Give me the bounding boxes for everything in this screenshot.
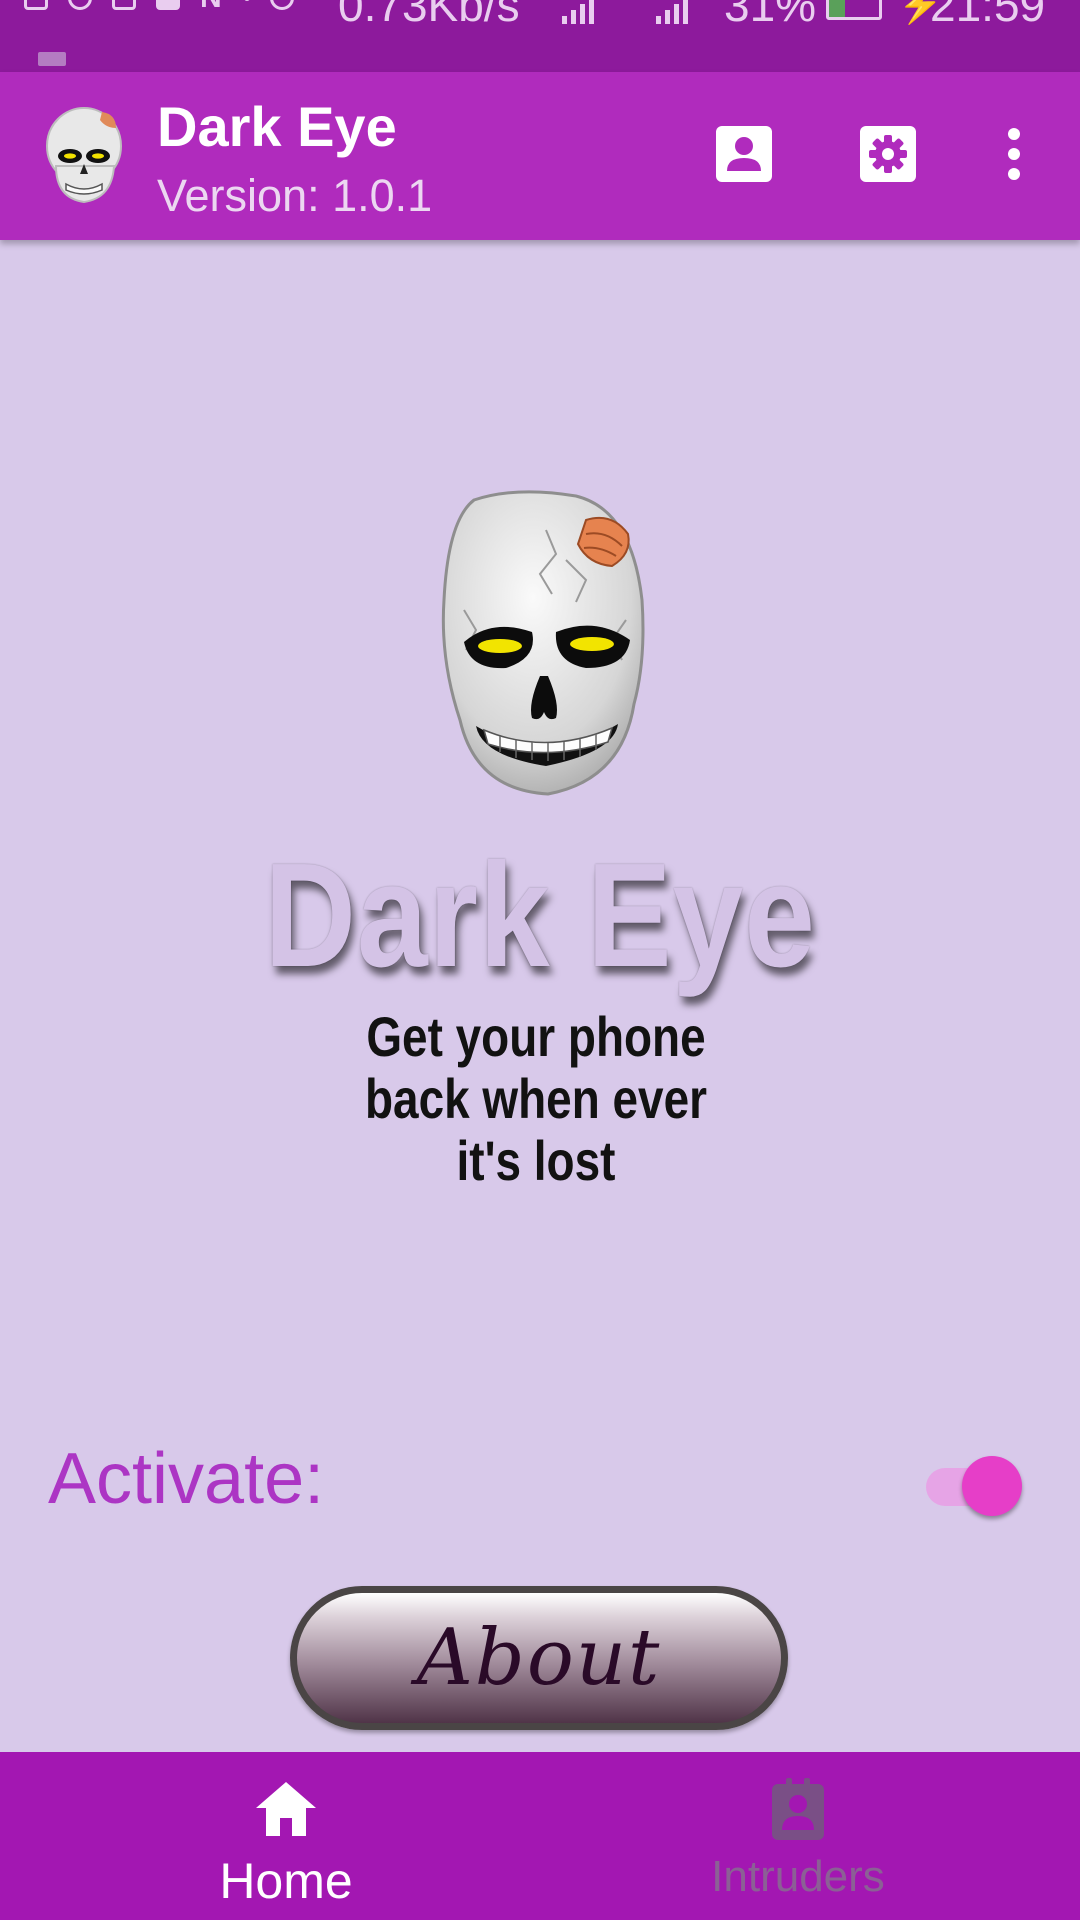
- notification-peek: [38, 52, 66, 66]
- bottom-navigation: Home Intruders: [0, 1752, 1080, 1920]
- contact-badge-icon: [772, 1778, 824, 1840]
- app-bar: Dark Eye Version: 1.0.1: [0, 72, 1080, 240]
- network-speed: 0.73Kb/s: [338, 0, 520, 31]
- hero-title: Dark Eye: [264, 833, 816, 998]
- more-vert-icon: [1008, 128, 1020, 180]
- alarm-icon: [270, 0, 294, 10]
- nav-intruders[interactable]: Intruders: [540, 1752, 1080, 1920]
- status-bar: N 0.73Kb/s 31% ⚡ 21:59: [0, 0, 1080, 72]
- activate-label: Activate:: [48, 1439, 325, 1519]
- whatsapp-icon: [68, 0, 92, 10]
- facebook-icon: [156, 0, 180, 10]
- about-button-label: About: [416, 1613, 662, 1703]
- nav-intruders-label: Intruders: [711, 1852, 885, 1901]
- signal-icon: [562, 0, 594, 24]
- skull-logo-icon: [44, 106, 126, 206]
- clock: 21:59: [930, 0, 1046, 31]
- settings-button[interactable]: [856, 122, 920, 186]
- profile-button[interactable]: [712, 122, 776, 186]
- app-version: Version: 1.0.1: [157, 170, 433, 221]
- dot-icon: [244, 0, 250, 1]
- gear-icon: [860, 126, 916, 182]
- tagline: Get your phone back when ever it's lost: [364, 1005, 708, 1192]
- overflow-menu-button[interactable]: [982, 122, 1046, 186]
- status-notification-icons: N: [24, 0, 294, 13]
- message-icon: [24, 0, 48, 10]
- battery-percent: 31%: [724, 0, 817, 31]
- n-icon: N: [200, 0, 224, 13]
- home-icon: [256, 1782, 316, 1836]
- nav-home[interactable]: Home: [0, 1752, 540, 1920]
- gallery-icon: [112, 0, 136, 10]
- signal-2-icon: [656, 0, 688, 24]
- skull-hero-image: [436, 490, 654, 802]
- battery-icon: [826, 0, 882, 20]
- person-icon: [716, 126, 772, 182]
- app-title: Dark Eye: [157, 95, 397, 158]
- activate-switch[interactable]: [924, 1450, 1024, 1516]
- nav-home-label: Home: [219, 1853, 353, 1909]
- about-button[interactable]: About: [290, 1586, 788, 1730]
- switch-thumb: [962, 1456, 1022, 1516]
